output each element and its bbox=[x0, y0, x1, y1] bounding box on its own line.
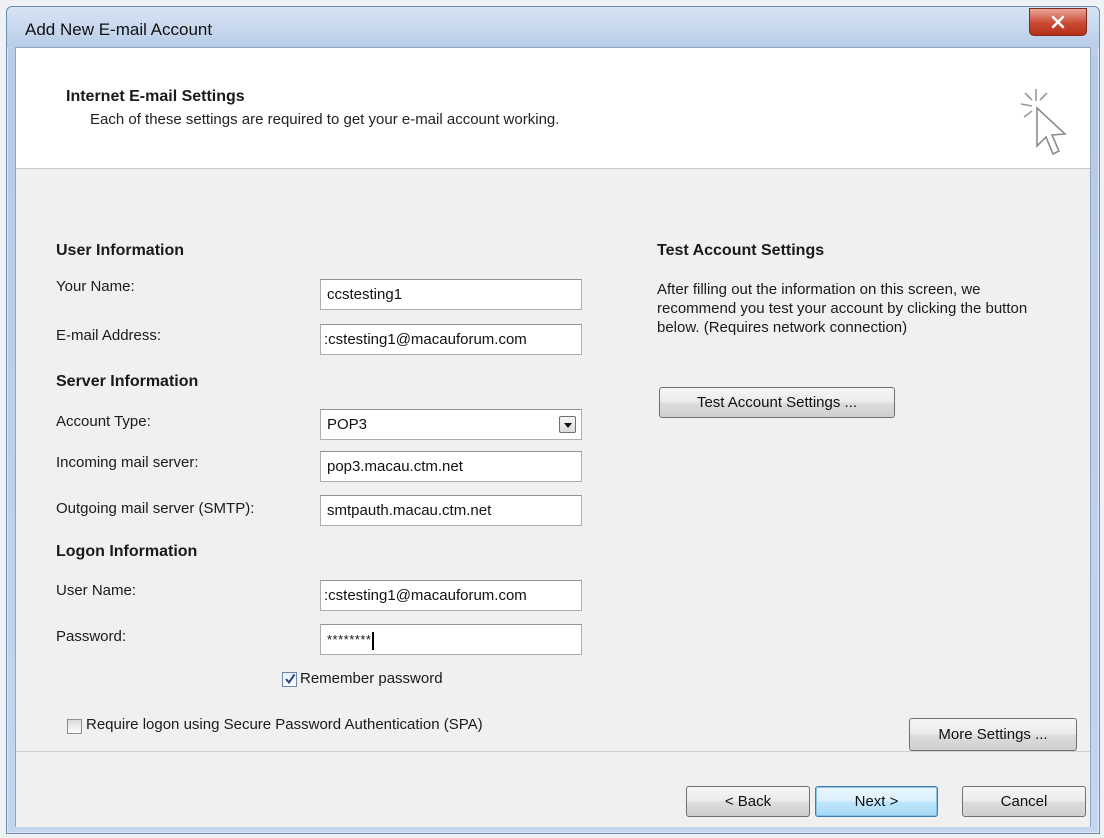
logon-info-heading: Logon Information bbox=[56, 543, 198, 560]
spa-label[interactable]: Require logon using Secure Password Auth… bbox=[86, 716, 483, 733]
your-name-field[interactable]: ccstesting1 bbox=[320, 279, 582, 310]
text-caret bbox=[372, 631, 375, 650]
outgoing-server-field[interactable]: smtpauth.macau.ctm.net bbox=[320, 495, 582, 526]
incoming-server-field[interactable]: pop3.macau.ctm.net bbox=[320, 451, 582, 482]
your-name-label: Your Name: bbox=[56, 278, 135, 295]
account-type-value: POP3 bbox=[327, 416, 368, 433]
user-name-field[interactable]: :cstesting1@macauforum.com bbox=[320, 580, 582, 611]
password-field[interactable]: ******** bbox=[320, 624, 582, 655]
cursor-sparkle-icon bbox=[1020, 89, 1067, 156]
remember-password-checkbox[interactable] bbox=[282, 672, 297, 687]
page-subtitle: Each of these settings are required to g… bbox=[90, 111, 560, 128]
close-button[interactable] bbox=[1029, 8, 1087, 36]
incoming-server-label: Incoming mail server: bbox=[56, 454, 199, 471]
next-button[interactable]: Next > bbox=[815, 786, 938, 817]
test-account-settings-button[interactable]: Test Account Settings ... bbox=[659, 387, 895, 418]
password-value: ******** bbox=[327, 632, 372, 647]
chevron-down-icon[interactable] bbox=[559, 416, 576, 433]
account-type-select[interactable]: POP3 bbox=[320, 409, 582, 440]
cancel-button[interactable]: Cancel bbox=[962, 786, 1086, 817]
outgoing-server-label: Outgoing mail server (SMTP): bbox=[56, 500, 255, 517]
remember-password-label[interactable]: Remember password bbox=[300, 670, 443, 687]
email-address-field[interactable]: :cstesting1@macauforum.com bbox=[320, 324, 582, 355]
settings-body: User Information Your Name: ccstesting1 … bbox=[16, 169, 1090, 751]
checkmark-icon bbox=[285, 673, 296, 685]
back-button[interactable]: < Back bbox=[686, 786, 810, 817]
page-title: Internet E-mail Settings bbox=[66, 88, 245, 105]
user-name-label: User Name: bbox=[56, 582, 137, 599]
title-bar[interactable]: Add New E-mail Account bbox=[7, 7, 1099, 47]
spa-checkbox[interactable] bbox=[67, 719, 82, 734]
dialog-footer: < Back Next > Cancel bbox=[16, 751, 1090, 827]
email-address-label: E-mail Address: bbox=[56, 327, 162, 344]
test-settings-heading: Test Account Settings bbox=[657, 242, 825, 259]
server-info-heading: Server Information bbox=[56, 373, 199, 390]
window-title: Add New E-mail Account bbox=[25, 20, 213, 39]
more-settings-button[interactable]: More Settings ... bbox=[909, 718, 1077, 751]
user-info-heading: User Information bbox=[56, 242, 185, 259]
dialog-client: Internet E-mail Settings Each of these s… bbox=[15, 47, 1091, 827]
dialog-window: Add New E-mail Account Internet E-mail S… bbox=[6, 6, 1100, 834]
account-type-label: Account Type: bbox=[56, 413, 151, 430]
page-header: Internet E-mail Settings Each of these s… bbox=[16, 48, 1090, 169]
close-icon bbox=[1051, 15, 1065, 29]
password-label: Password: bbox=[56, 628, 127, 645]
test-settings-description: After filling out the information on thi… bbox=[657, 281, 1028, 336]
